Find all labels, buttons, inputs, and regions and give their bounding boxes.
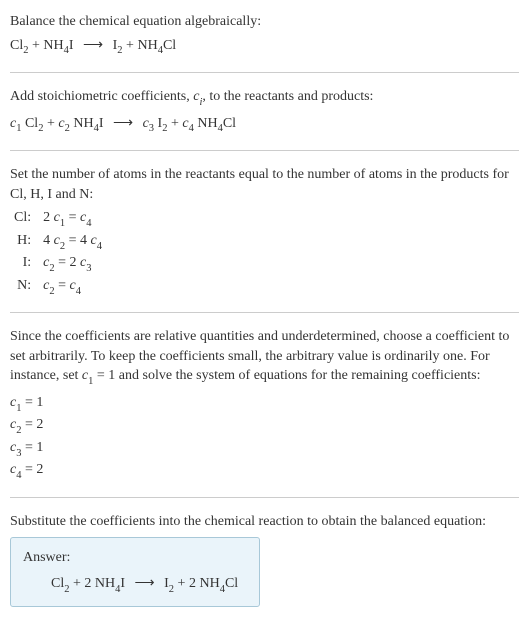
species-cl2: Cl2 — [51, 576, 69, 591]
prompt-text: Balance the chemical equation algebraica… — [10, 12, 519, 32]
element-equation: c2 = c4 — [39, 276, 106, 298]
element-equation: 2 c1 = c4 — [39, 208, 106, 230]
element-label: N: — [10, 276, 39, 298]
table-row: I: c2 = 2 c3 — [10, 253, 106, 275]
section-add-coefficients: Add stoichiometric coefficients, ci, to … — [10, 83, 519, 151]
coeff-row: c4 = 2 — [10, 460, 519, 482]
element-label: I: — [10, 253, 39, 275]
coefficient-equation: c1 Cl2 + c2 NH4I ⟶ c3 I2 + c4 NH4Cl — [10, 114, 519, 136]
element-equations-table: Cl: 2 c1 = c4 H: 4 c2 = 4 c4 I: c2 = 2 c… — [10, 208, 106, 298]
plus: + — [167, 116, 182, 131]
coeff-row: c3 = 1 — [10, 438, 519, 460]
element-equation: 4 c2 = 4 c4 — [39, 231, 106, 253]
species-i2: I2 — [158, 116, 168, 131]
element-label: Cl: — [10, 208, 39, 230]
coeff-2: 2 — [84, 576, 95, 591]
answer-box: Answer: Cl2 + 2 NH4I ⟶ I2 + 2 NH4Cl — [10, 537, 260, 607]
species-nh4cl: NH4Cl — [137, 38, 176, 53]
species-i2: I2 — [113, 38, 123, 53]
coeff-2: 2 — [189, 576, 200, 591]
coeff-c1: c1 — [10, 116, 21, 131]
table-row: Cl: 2 c1 = c4 — [10, 208, 106, 230]
plus: + — [69, 576, 84, 591]
plus: + — [28, 38, 43, 53]
species-nh4cl: NH4Cl — [199, 576, 238, 591]
prompt-text: Add stoichiometric coefficients, ci, to … — [10, 87, 519, 109]
plus: + — [174, 576, 189, 591]
coeff-c3: c3 — [143, 116, 154, 131]
plus: + — [123, 38, 138, 53]
prompt-text: Set the number of atoms in the reactants… — [10, 165, 519, 204]
species-nh4i: NH4I — [73, 116, 103, 131]
section-final-answer: Substitute the coefficients into the che… — [10, 508, 519, 622]
table-row: H: 4 c2 = 4 c4 — [10, 231, 106, 253]
unbalanced-equation: Cl2 + NH4I ⟶ I2 + NH4Cl — [10, 36, 519, 58]
coefficient-values: c1 = 1 c2 = 2 c3 = 1 c4 = 2 — [10, 393, 519, 483]
coeff-c2: c2 — [58, 116, 69, 131]
arrow-icon: ⟶ — [113, 114, 133, 134]
species-cl2: Cl2 — [25, 116, 43, 131]
arrow-icon: ⟶ — [135, 574, 155, 594]
prompt-text: Substitute the coefficients into the che… — [10, 512, 519, 532]
prompt-text: Since the coefficients are relative quan… — [10, 327, 519, 389]
species-nh4cl: NH4Cl — [197, 116, 236, 131]
element-label: H: — [10, 231, 39, 253]
coeff-c4: c4 — [182, 116, 193, 131]
table-row: N: c2 = c4 — [10, 276, 106, 298]
section-atom-equations: Set the number of atoms in the reactants… — [10, 161, 519, 313]
balanced-equation: Cl2 + 2 NH4I ⟶ I2 + 2 NH4Cl — [23, 574, 247, 596]
species-cl2: Cl2 — [10, 38, 28, 53]
species-nh4i: NH4I — [95, 576, 125, 591]
section-solve-coefficients: Since the coefficients are relative quan… — [10, 323, 519, 498]
plus: + — [43, 116, 58, 131]
coeff-row: c2 = 2 — [10, 415, 519, 437]
species-i2: I2 — [164, 576, 174, 591]
arrow-icon: ⟶ — [83, 36, 103, 56]
coeff-row: c1 = 1 — [10, 393, 519, 415]
answer-label: Answer: — [23, 548, 247, 568]
species-nh4i: NH4I — [43, 38, 73, 53]
element-equation: c2 = 2 c3 — [39, 253, 106, 275]
section-balance-prompt: Balance the chemical equation algebraica… — [10, 8, 519, 73]
